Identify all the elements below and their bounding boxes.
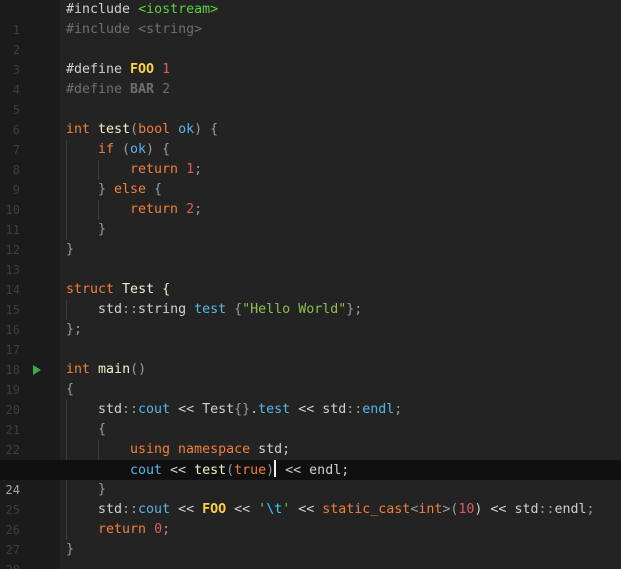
code-line[interactable]: 25 } (0, 480, 621, 517)
code-text: return 2; (130, 202, 203, 217)
code-line[interactable]: 21 std::cout << Test{}.test << std::endl… (0, 400, 621, 437)
code-line[interactable]: 2 #include <string> (0, 20, 621, 57)
code-line[interactable]: 12 } (0, 220, 621, 257)
code-line[interactable]: 18 (0, 340, 621, 377)
code-line[interactable]: 22 { (0, 420, 621, 457)
code-line[interactable]: 23 using namespace std; (0, 440, 621, 477)
code-line[interactable]: 10 } else { (0, 180, 621, 217)
code-text: return 0; (98, 522, 171, 537)
current-code-line[interactable]: 24 cout << test(true) << endl; (0, 460, 621, 497)
code-text: #include <iostream> (66, 2, 219, 17)
code-line[interactable]: 17 }; (0, 320, 621, 357)
code-line[interactable]: 7 int test(bool ok) { (0, 120, 621, 157)
code-text: #define BAR 2 (66, 82, 171, 97)
code-text: return 1; (130, 162, 203, 177)
code-text: struct Test { (66, 282, 171, 297)
code-text: std::cout << FOO << '\t' << static_cast<… (98, 502, 595, 517)
code-line[interactable]: 20 { (0, 380, 621, 417)
code-line[interactable]: 19 int main() (0, 360, 621, 397)
code-text: #include <string> (66, 22, 203, 37)
code-text: } (98, 222, 107, 237)
code-text: } (66, 242, 75, 257)
code-line[interactable]: 16 std::string test {"Hello World"}; (0, 300, 621, 337)
code-text: std::cout << Test{}.test << std::endl; (98, 402, 403, 417)
text-cursor (274, 460, 277, 477)
code-line[interactable]: 8 if (ok) { (0, 140, 621, 177)
code-text: #define FOO 1 (66, 62, 171, 77)
code-line[interactable]: 15 struct Test { (0, 280, 621, 317)
code-text: cout << test(true) << endl; (130, 460, 349, 481)
code-line[interactable]: 4 #define FOO 1 (0, 60, 621, 97)
code-line[interactable]: 9 return 1; (0, 160, 621, 197)
code-text: using namespace std; (130, 442, 291, 457)
code-text: if (ok) { (98, 142, 171, 157)
code-text: { (98, 422, 107, 437)
code-line[interactable]: 11 return 2; (0, 200, 621, 237)
code-text: std::string test {"Hello World"}; (98, 302, 363, 317)
code-text: }; (66, 322, 83, 337)
run-arrow-icon[interactable] (33, 365, 41, 375)
code-text: int test(bool ok) { (66, 122, 219, 137)
line-number: 28 (0, 560, 20, 569)
code-line[interactable]: 6 (0, 100, 621, 137)
code-text: int main() (66, 362, 147, 377)
code-text: } (66, 542, 75, 557)
code-line[interactable]: 1 #include <iostream> (0, 0, 621, 37)
code-text: } else { (98, 182, 163, 197)
code-editor[interactable]: 1 #include <iostream> 2 #include <string… (0, 0, 621, 569)
code-line[interactable]: 26 std::cout << FOO << '\t' << static_ca… (0, 500, 621, 537)
code-line[interactable]: 13 } (0, 240, 621, 277)
code-text: { (66, 382, 75, 397)
code-line[interactable]: 14 (0, 260, 621, 297)
code-line[interactable]: 5 #define BAR 2 (0, 80, 621, 117)
code-line[interactable]: 28 } (0, 540, 621, 569)
code-text: } (98, 482, 107, 497)
code-line[interactable]: 3 (0, 40, 621, 77)
code-line[interactable]: 27 return 0; (0, 520, 621, 557)
